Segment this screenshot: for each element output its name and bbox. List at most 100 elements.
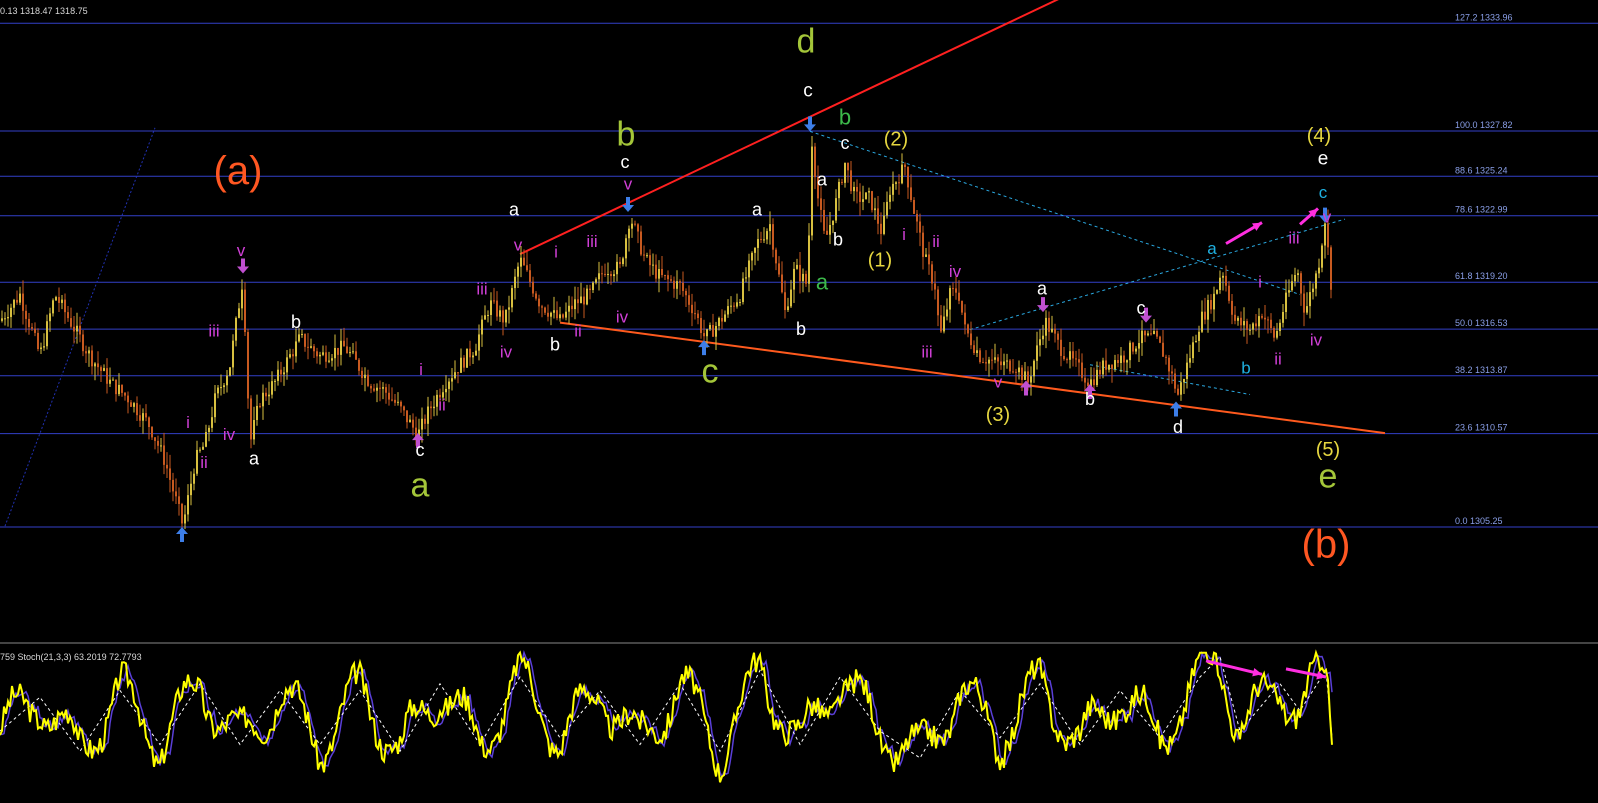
- candle-body: [1117, 360, 1119, 364]
- wave-label: d: [797, 22, 816, 60]
- candle-body: [28, 318, 30, 328]
- candle-body: [214, 393, 216, 418]
- candle-body: [757, 239, 759, 248]
- candle-body: [502, 310, 504, 323]
- candle-body: [805, 273, 807, 284]
- candle-body: [118, 384, 120, 395]
- candle-body: [994, 357, 996, 360]
- candle-body: [43, 346, 45, 348]
- candle-body: [1003, 361, 1005, 366]
- candle-body: [1048, 317, 1050, 332]
- candle-body: [1078, 359, 1080, 363]
- candle-body: [514, 276, 516, 289]
- candle-body: [691, 304, 693, 314]
- candle-body: [739, 302, 741, 304]
- candle-body: [1180, 382, 1182, 395]
- wave-label: (2): [884, 128, 908, 150]
- candle-body: [898, 182, 900, 184]
- candle-body: [388, 392, 390, 400]
- candle-body: [481, 319, 483, 335]
- wave-label: iii: [208, 322, 219, 341]
- candle-body: [169, 468, 171, 480]
- candle-body: [1129, 342, 1131, 361]
- candle-body: [1327, 223, 1329, 248]
- candle-body: [769, 224, 771, 232]
- candle-body: [1210, 300, 1212, 310]
- candle-body: [520, 257, 522, 267]
- candle-body: [1018, 367, 1020, 373]
- candle-body: [1060, 339, 1062, 356]
- candle-body: [1111, 364, 1113, 369]
- candle-body: [1030, 376, 1032, 383]
- candle-body: [1093, 379, 1095, 386]
- candle-body: [808, 235, 810, 284]
- candle-body: [607, 273, 609, 275]
- candle-body: [718, 317, 720, 326]
- candle-body: [646, 255, 648, 257]
- candle-body: [1132, 342, 1134, 352]
- wave-label: a: [752, 200, 763, 220]
- candle-body: [394, 399, 396, 403]
- candle-body: [208, 427, 210, 433]
- candle-body: [1102, 360, 1104, 375]
- candle-body: [1114, 360, 1116, 369]
- wave-label: v: [514, 236, 523, 255]
- candle-body: [667, 275, 669, 280]
- candle-body: [889, 194, 891, 202]
- candle-body: [685, 290, 687, 296]
- fib-label-127.2: 127.2 1333.96: [1455, 12, 1513, 22]
- candle-body: [550, 312, 552, 317]
- candle-body: [1006, 360, 1008, 362]
- fib-label-100.0: 100.0 1327.82: [1455, 120, 1513, 130]
- candle-body: [508, 307, 510, 310]
- candle-body: [292, 354, 294, 357]
- candle-body: [1021, 367, 1023, 380]
- candle-body: [1276, 331, 1278, 338]
- candle-body: [1141, 330, 1143, 344]
- candle-body: [913, 199, 915, 214]
- wave-label: a: [817, 170, 828, 190]
- candle-body: [349, 352, 351, 354]
- candle-body: [976, 350, 978, 353]
- wave-label: (3): [986, 404, 1010, 426]
- candle-body: [82, 334, 84, 352]
- wave-label: iv: [223, 425, 236, 444]
- candle-body: [619, 261, 621, 265]
- candle-body: [88, 350, 90, 354]
- candle-body: [493, 300, 495, 302]
- candle-body: [862, 199, 864, 202]
- candle-body: [94, 363, 96, 367]
- wave-label: iii: [1288, 229, 1299, 248]
- wave-label: c: [702, 352, 719, 390]
- candle-body: [220, 387, 222, 389]
- candle-body: [1201, 311, 1203, 332]
- candle-body: [286, 357, 288, 373]
- candle-body: [1240, 317, 1242, 326]
- candle-body: [697, 313, 699, 319]
- candle-body: [46, 321, 48, 347]
- candle-body: [496, 300, 498, 317]
- candle-body: [1159, 336, 1161, 343]
- candle-body: [133, 403, 135, 407]
- wave-label: e: [1319, 458, 1338, 496]
- candle-body: [1288, 290, 1290, 293]
- candle-body: [865, 192, 867, 200]
- candle-body: [1177, 388, 1179, 395]
- candle-body: [376, 387, 378, 391]
- wave-label: iv: [949, 262, 962, 281]
- candle-body: [823, 209, 825, 231]
- wave-label: v: [624, 174, 633, 193]
- wave-label: a: [411, 466, 430, 504]
- candle-body: [70, 318, 72, 327]
- candle-body: [1066, 359, 1068, 361]
- candle-body: [385, 387, 387, 393]
- candle-body: [853, 186, 855, 192]
- candle-body: [688, 295, 690, 305]
- candle-body: [40, 347, 42, 350]
- wave-label: v: [237, 241, 246, 260]
- candle-body: [367, 374, 369, 386]
- candle-body: [340, 340, 342, 355]
- candle-body: [1063, 355, 1065, 360]
- candle-body: [112, 379, 114, 381]
- price-chart[interactable]: 127.2 1333.96 100.0 1327.82 88.6 1325.24 78…: [0, 0, 1598, 803]
